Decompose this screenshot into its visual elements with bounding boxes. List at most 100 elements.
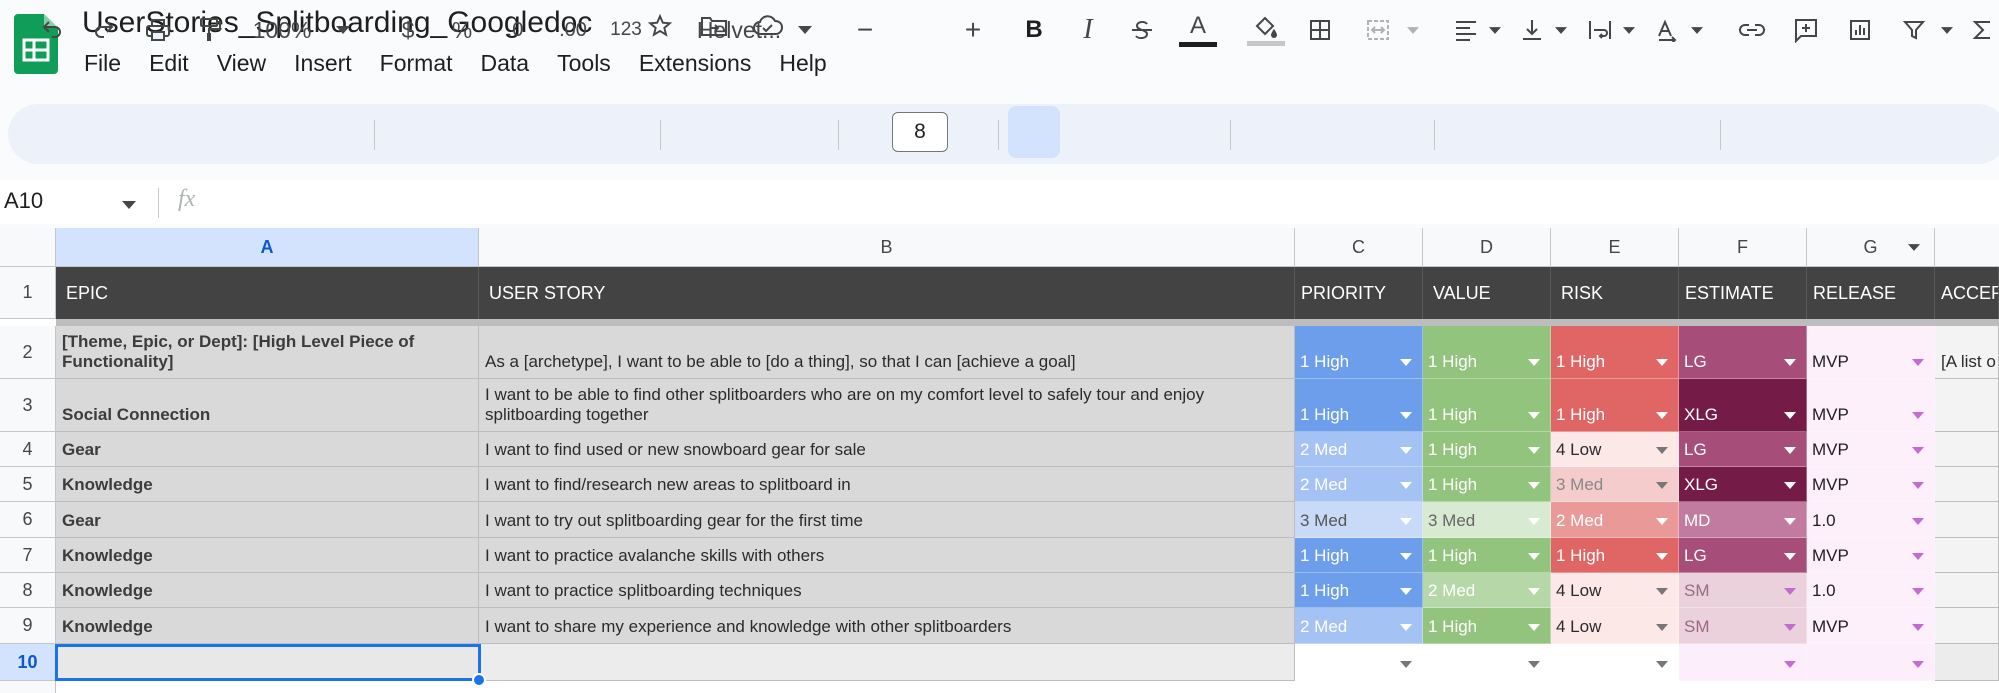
- dropdown-arrow-icon[interactable]: [1400, 359, 1412, 366]
- estimate-dropdown-chip[interactable]: LG: [1679, 538, 1807, 573]
- release-dropdown-chip[interactable]: 1.0: [1807, 502, 1935, 538]
- select-all-corner[interactable]: [0, 228, 56, 267]
- dropdown-arrow-icon[interactable]: [1400, 412, 1412, 419]
- story-cell[interactable]: I want to be able to find other splitboa…: [479, 379, 1295, 432]
- risk-dropdown-chip[interactable]: 4 Low: [1551, 573, 1679, 608]
- story-cell[interactable]: I want to try out splitboarding gear for…: [479, 502, 1295, 538]
- column-filter-chevron-icon[interactable]: [1908, 244, 1920, 251]
- epic-cell[interactable]: Knowledge: [56, 573, 479, 608]
- epic-cell[interactable]: Social Connection: [56, 379, 479, 432]
- header-user-story[interactable]: USER STORY: [479, 267, 1295, 319]
- dropdown-arrow-icon[interactable]: [1656, 482, 1668, 489]
- print-icon[interactable]: [138, 0, 178, 60]
- row-header-5[interactable]: 5: [0, 467, 56, 502]
- row-header-9[interactable]: 9: [0, 608, 56, 644]
- dropdown-arrow-icon[interactable]: [1784, 518, 1796, 525]
- release-dropdown-chip[interactable]: [1807, 644, 1935, 681]
- story-cell[interactable]: I want to practice avalanche skills with…: [479, 538, 1295, 573]
- formula-input[interactable]: [210, 186, 1999, 218]
- estimate-dropdown-chip[interactable]: MD: [1679, 502, 1807, 538]
- header-estimate[interactable]: ESTIMATE: [1679, 267, 1807, 319]
- value-dropdown-chip[interactable]: 2 Med: [1423, 573, 1551, 608]
- release-dropdown-chip[interactable]: MVP: [1807, 379, 1935, 432]
- story-cell[interactable]: As a [archetype], I want to be able to […: [479, 326, 1295, 379]
- dropdown-arrow-icon[interactable]: [1400, 624, 1412, 631]
- release-dropdown-chip[interactable]: MVP: [1807, 608, 1935, 644]
- priority-dropdown-chip[interactable]: 1 High: [1295, 573, 1423, 608]
- story-cell[interactable]: I want to share my experience and knowle…: [479, 608, 1295, 644]
- dropdown-arrow-icon[interactable]: [1912, 661, 1924, 668]
- text-color-button[interactable]: A: [1176, 0, 1220, 60]
- font-chevron-down-icon[interactable]: [792, 0, 818, 60]
- dropdown-arrow-icon[interactable]: [1528, 553, 1540, 560]
- vertical-align-icon[interactable]: [1512, 0, 1552, 60]
- value-dropdown-chip[interactable]: 1 High: [1423, 432, 1551, 467]
- release-dropdown-chip[interactable]: MVP: [1807, 326, 1935, 379]
- filter-icon[interactable]: [1894, 0, 1934, 60]
- filter-chevron-down-icon[interactable]: [1936, 0, 1958, 60]
- priority-dropdown-chip[interactable]: 1 High: [1295, 326, 1423, 379]
- epic-cell[interactable]: [Theme, Epic, or Dept]: [High Level Piec…: [56, 326, 479, 379]
- dropdown-arrow-icon[interactable]: [1400, 661, 1412, 668]
- dropdown-arrow-icon[interactable]: [1784, 661, 1796, 668]
- column-header-f[interactable]: F: [1679, 228, 1807, 267]
- header-release[interactable]: RELEASE: [1807, 267, 1935, 319]
- row-header-3[interactable]: 3: [0, 379, 56, 432]
- estimate-dropdown-chip[interactable]: LG: [1679, 326, 1807, 379]
- strikethrough-icon[interactable]: [1122, 0, 1162, 60]
- fill-handle[interactable]: [472, 673, 486, 687]
- priority-dropdown-chip[interactable]: 2 Med: [1295, 608, 1423, 644]
- dropdown-arrow-icon[interactable]: [1656, 553, 1668, 560]
- dropdown-arrow-icon[interactable]: [1912, 588, 1924, 595]
- dropdown-arrow-icon[interactable]: [1784, 624, 1796, 631]
- column-header-c[interactable]: C: [1295, 228, 1423, 267]
- column-header-h[interactable]: [1935, 228, 1999, 267]
- text-rotation-icon[interactable]: [1648, 0, 1688, 60]
- dropdown-arrow-icon[interactable]: [1912, 482, 1924, 489]
- row-header-10[interactable]: 10: [0, 644, 56, 681]
- priority-dropdown-chip[interactable]: 2 Med: [1295, 432, 1423, 467]
- dropdown-arrow-icon[interactable]: [1784, 588, 1796, 595]
- dropdown-arrow-icon[interactable]: [1528, 518, 1540, 525]
- decrease-decimal-button[interactable]: .0: [498, 0, 532, 60]
- halign-chevron-down-icon[interactable]: [1484, 0, 1506, 60]
- dropdown-arrow-icon[interactable]: [1400, 588, 1412, 595]
- dropdown-arrow-icon[interactable]: [1912, 518, 1924, 525]
- accept-cell[interactable]: [1935, 608, 1999, 644]
- dropdown-arrow-icon[interactable]: [1912, 624, 1924, 631]
- release-dropdown-chip[interactable]: MVP: [1807, 432, 1935, 467]
- priority-dropdown-chip[interactable]: 2 Med: [1295, 467, 1423, 502]
- epic-cell[interactable]: Gear: [56, 502, 479, 538]
- dropdown-arrow-icon[interactable]: [1528, 661, 1540, 668]
- risk-dropdown-chip[interactable]: [1551, 644, 1679, 681]
- priority-dropdown-chip[interactable]: [1295, 644, 1423, 681]
- accept-cell[interactable]: [1935, 432, 1999, 467]
- accept-cell[interactable]: [1935, 467, 1999, 502]
- rotate-chevron-down-icon[interactable]: [1686, 0, 1708, 60]
- epic-cell[interactable]: Knowledge: [56, 467, 479, 502]
- priority-dropdown-chip[interactable]: 1 High: [1295, 538, 1423, 573]
- redo-icon[interactable]: [84, 0, 124, 60]
- wrap-chevron-down-icon[interactable]: [1618, 0, 1640, 60]
- release-dropdown-chip[interactable]: MVP: [1807, 467, 1935, 502]
- dropdown-arrow-icon[interactable]: [1528, 482, 1540, 489]
- accept-cell[interactable]: [1935, 502, 1999, 538]
- risk-dropdown-chip[interactable]: 1 High: [1551, 326, 1679, 379]
- dropdown-arrow-icon[interactable]: [1656, 412, 1668, 419]
- estimate-dropdown-chip[interactable]: SM: [1679, 573, 1807, 608]
- dropdown-arrow-icon[interactable]: [1912, 412, 1924, 419]
- risk-dropdown-chip[interactable]: 3 Med: [1551, 467, 1679, 502]
- row-header-11[interactable]: [0, 681, 56, 693]
- row-header-2[interactable]: 2: [0, 326, 56, 379]
- merge-chevron-down-icon[interactable]: [1402, 0, 1424, 60]
- estimate-dropdown-chip[interactable]: SM: [1679, 608, 1807, 644]
- row-header-8[interactable]: 8: [0, 573, 56, 608]
- header-accept[interactable]: ACCEPT: [1935, 267, 1999, 319]
- dropdown-arrow-icon[interactable]: [1528, 588, 1540, 595]
- story-cell[interactable]: [479, 644, 1295, 681]
- dropdown-arrow-icon[interactable]: [1656, 661, 1668, 668]
- accept-cell[interactable]: [1935, 644, 1999, 681]
- risk-dropdown-chip[interactable]: 1 High: [1551, 538, 1679, 573]
- dropdown-arrow-icon[interactable]: [1656, 447, 1668, 454]
- estimate-dropdown-chip[interactable]: XLG: [1679, 467, 1807, 502]
